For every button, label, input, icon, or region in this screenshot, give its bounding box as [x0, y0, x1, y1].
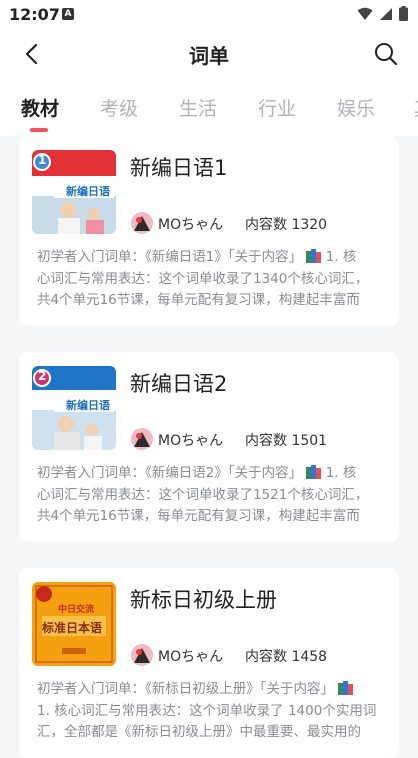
- category-tabs: 教材 考级 生活 行业 娱乐 其: [0, 78, 418, 136]
- book-cover: 1 新编日语: [32, 150, 116, 234]
- tab-exam[interactable]: 考级: [100, 94, 138, 121]
- wordlist-title: 新编日语1: [130, 156, 228, 180]
- wordlist-card[interactable]: 1 新编日语 新编日语1 MOちゃん 内容数 1320 初学者入门词单：《新编日…: [19, 136, 399, 326]
- tab-life[interactable]: 生活: [179, 94, 217, 121]
- author-name: MOちゃん: [158, 217, 224, 233]
- search-icon[interactable]: [372, 40, 400, 68]
- books-icon: [306, 249, 322, 263]
- system-icons: [357, 6, 408, 21]
- book-cover: 2 新编日语: [32, 366, 116, 450]
- signal-icon: [380, 7, 392, 20]
- wordlist-title: 新编日语2: [130, 372, 228, 396]
- cover-title: 新编日语: [66, 185, 110, 198]
- books-icon: [338, 681, 354, 695]
- tab-textbook[interactable]: 教材: [21, 94, 59, 121]
- battery-icon: [399, 6, 408, 21]
- author-avatar: [131, 212, 153, 234]
- wordlist-card[interactable]: 2 新编日语 新编日语2 MOちゃん 内容数 1501 初学者入门词单：《新编日…: [19, 352, 399, 542]
- cover-title: 标准日本语: [42, 621, 103, 635]
- wordlist-description: 初学者入门词单：《新编日语1》「关于内容」 1. 核 心词汇与常用表达：这个词单…: [37, 249, 369, 308]
- content-count: 内容数 1320: [245, 217, 328, 233]
- wordlist-description: 初学者入门词单：《新标日初级上册》「关于内容」 1. 核心词汇与常用表达：这个词…: [37, 681, 377, 740]
- status-bar: 12:07 A: [0, 0, 418, 30]
- active-tab-indicator: [30, 128, 48, 132]
- author-avatar: [131, 644, 153, 666]
- cover-badge: 2: [38, 369, 47, 383]
- author-name: MOちゃん: [158, 433, 224, 449]
- tab-industry[interactable]: 行业: [258, 94, 296, 121]
- a-notification-icon: A: [62, 8, 74, 20]
- books-icon: [306, 465, 322, 479]
- author-name: MOちゃん: [158, 649, 224, 665]
- page-title: 词单: [189, 44, 229, 68]
- author-avatar: [131, 428, 153, 450]
- tab-other[interactable]: 其: [414, 94, 418, 121]
- content-count: 内容数 1501: [245, 433, 328, 449]
- content-count: 内容数 1458: [245, 649, 328, 665]
- wordlist-title: 新标日初级上册: [130, 588, 277, 612]
- book-cover: 中日交流 标准日本语: [32, 582, 116, 666]
- cover-title: 新编日语: [66, 399, 110, 412]
- tab-entertainment[interactable]: 娱乐: [337, 94, 375, 121]
- wordlist-card[interactable]: 中日交流 标准日本语 新标日初级上册 MOちゃん 内容数 1458 初学者入门词…: [19, 568, 399, 758]
- cover-badge: 中日交流: [58, 605, 95, 615]
- app-bar: 词单: [0, 30, 418, 78]
- wordlist-description: 初学者入门词单：《新编日语2》「关于内容」 1. 核 心词汇与常用表达：这个词单…: [37, 465, 369, 524]
- wifi-icon: [357, 7, 373, 20]
- status-time: 12:07: [9, 5, 60, 24]
- cover-badge: 1: [38, 153, 47, 167]
